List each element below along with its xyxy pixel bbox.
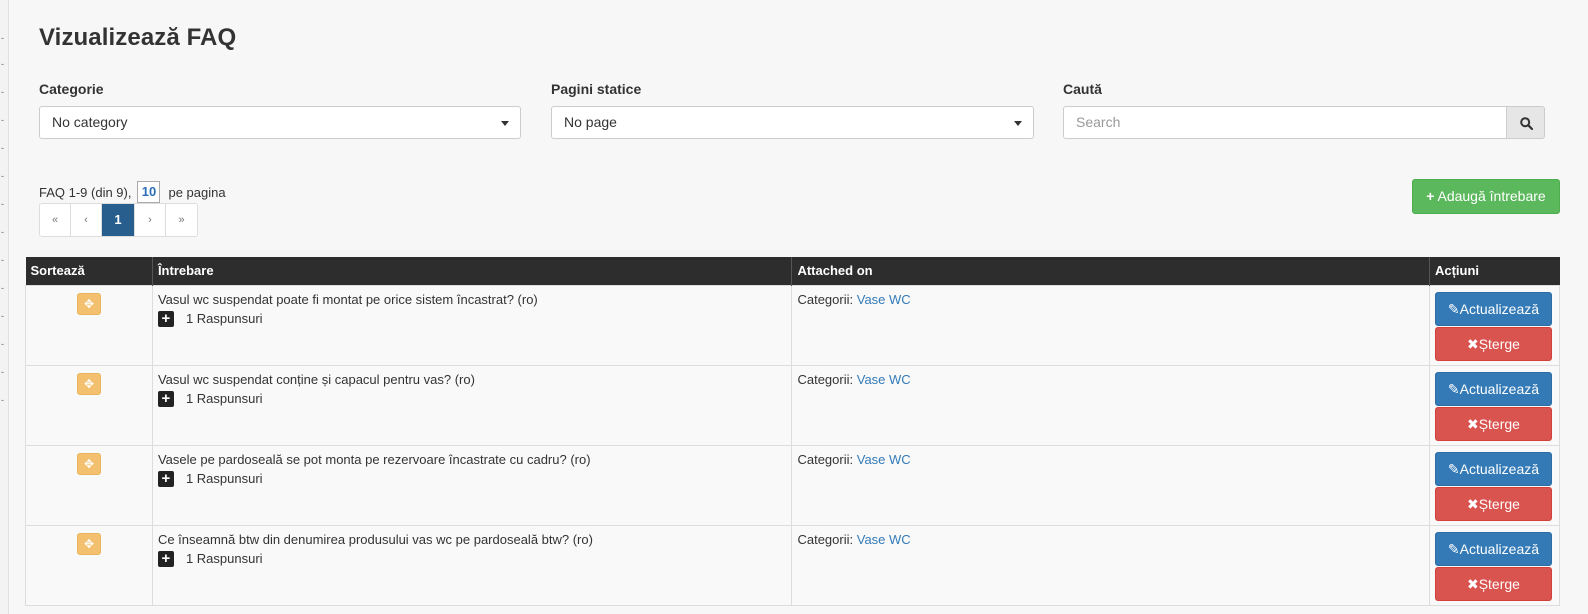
results-summary: FAQ 1-9 (din 9), xyxy=(39,184,132,200)
times-icon: ✖ xyxy=(1466,575,1479,592)
table-row: ✥ Vasul wc suspendat poate fi montat pe … xyxy=(25,284,1561,366)
search-button[interactable] xyxy=(1506,106,1545,139)
left-rail: --- --- --- --- -- xyxy=(0,0,9,614)
table-row: ✥ Ce înseamnă btw din denumirea produsul… xyxy=(25,524,1561,606)
update-label: Actualizează xyxy=(1459,380,1540,397)
move-icon[interactable]: ✥ xyxy=(76,452,101,475)
question-text: Ce înseamnă btw din denumirea produsului… xyxy=(157,531,593,547)
static-pages-label: Pagini statice xyxy=(551,81,642,97)
search-label: Caută xyxy=(1063,81,1102,97)
category-link[interactable]: Vase WC xyxy=(857,292,911,307)
move-icon[interactable]: ✥ xyxy=(76,532,101,555)
category-link[interactable]: Vase WC xyxy=(857,452,911,467)
page-current-button[interactable]: 1 xyxy=(102,204,135,236)
add-question-button[interactable]: + Adaugă întrebare xyxy=(1412,179,1560,214)
static-pages-select-value: No page xyxy=(564,114,617,130)
page-prev-button[interactable]: ‹ xyxy=(71,204,102,236)
results-count: FAQ 1-9 (din 9), 10 pe pagina xyxy=(39,181,226,203)
times-icon: ✖ xyxy=(1466,495,1479,512)
table-row: ✥ Vasul wc suspendat conține și capacul … xyxy=(25,364,1561,446)
answers-count: 1 Raspunsuri xyxy=(185,471,263,486)
table-row: ✥ Vasele pe pardoseală se pot monta pe r… xyxy=(25,444,1561,526)
question-text: Vasele pe pardoseală se pot monta pe rez… xyxy=(157,451,591,467)
update-button[interactable]: ✎Actualizează xyxy=(1434,451,1552,486)
update-button[interactable]: ✎Actualizează xyxy=(1434,531,1552,566)
category-label: Categorie xyxy=(39,81,104,97)
column-header-actions: Acțiuni xyxy=(1428,257,1560,285)
search-icon xyxy=(1520,117,1533,130)
answers-count: 1 Raspunsuri xyxy=(185,391,263,406)
search-input[interactable]: Search xyxy=(1063,106,1507,139)
category-link[interactable]: Vase WC xyxy=(857,372,911,387)
attached-prefix: Categorii: xyxy=(797,371,854,387)
expand-icon[interactable]: + xyxy=(157,310,174,327)
question-text: Vasul wc suspendat conține și capacul pe… xyxy=(157,371,475,387)
add-question-label: Adaugă întrebare xyxy=(1437,188,1546,204)
delete-label: Șterge xyxy=(1478,495,1520,512)
edit-icon: ✎ xyxy=(1447,380,1460,397)
plus-icon: + xyxy=(1426,188,1435,204)
times-icon: ✖ xyxy=(1466,335,1479,352)
table-header-row: Sortează Întrebare Attached on Acțiuni xyxy=(25,257,1560,285)
edit-icon: ✎ xyxy=(1447,460,1460,477)
update-label: Actualizează xyxy=(1459,460,1540,477)
update-button[interactable]: ✎Actualizează xyxy=(1434,291,1552,326)
move-icon[interactable]: ✥ xyxy=(76,372,101,395)
expand-icon[interactable]: + xyxy=(157,470,174,487)
attached-prefix: Categorii: xyxy=(797,451,854,467)
edit-icon: ✎ xyxy=(1447,540,1460,557)
column-header-question[interactable]: Întrebare xyxy=(151,257,792,285)
static-pages-select[interactable]: No page xyxy=(551,106,1034,139)
update-label: Actualizează xyxy=(1459,540,1540,557)
column-header-sort[interactable]: Sortează xyxy=(25,257,153,285)
faq-table: Sortează Întrebare Attached on Acțiuni ✥… xyxy=(25,257,1561,606)
category-select[interactable]: No category xyxy=(39,106,521,139)
category-link[interactable]: Vase WC xyxy=(857,532,911,547)
edit-icon: ✎ xyxy=(1447,300,1460,317)
question-text: Vasul wc suspendat poate fi montat pe or… xyxy=(157,291,538,307)
page-last-button[interactable]: » xyxy=(166,204,197,236)
column-header-attached[interactable]: Attached on xyxy=(791,257,1430,285)
chevron-down-icon xyxy=(501,121,509,126)
page-next-button[interactable]: › xyxy=(135,204,166,236)
page-first-button[interactable]: « xyxy=(40,204,71,236)
times-icon: ✖ xyxy=(1466,415,1479,432)
pagination: « ‹ 1 › » xyxy=(39,203,198,237)
delete-label: Șterge xyxy=(1478,335,1520,352)
move-icon[interactable]: ✥ xyxy=(76,292,101,315)
search-placeholder: Search xyxy=(1076,114,1121,130)
delete-button[interactable]: ✖Șterge xyxy=(1434,326,1552,361)
attached-prefix: Categorii: xyxy=(797,531,854,547)
expand-icon[interactable]: + xyxy=(157,390,174,407)
attached-prefix: Categorii: xyxy=(797,291,854,307)
answers-count: 1 Raspunsuri xyxy=(185,551,263,566)
delete-label: Șterge xyxy=(1478,415,1520,432)
expand-icon[interactable]: + xyxy=(157,550,174,567)
delete-button[interactable]: ✖Șterge xyxy=(1434,406,1552,441)
delete-button[interactable]: ✖Șterge xyxy=(1434,486,1552,521)
category-select-value: No category xyxy=(52,114,128,130)
chevron-down-icon xyxy=(1014,121,1022,126)
answers-count: 1 Raspunsuri xyxy=(185,311,263,326)
delete-label: Șterge xyxy=(1478,575,1520,592)
page-title: Vizualizează FAQ xyxy=(39,24,237,51)
per-page-input[interactable]: 10 xyxy=(137,181,161,203)
per-page-label: pe pagina xyxy=(168,184,226,200)
update-label: Actualizează xyxy=(1459,300,1540,317)
delete-button[interactable]: ✖Șterge xyxy=(1434,566,1552,601)
update-button[interactable]: ✎Actualizează xyxy=(1434,371,1552,406)
